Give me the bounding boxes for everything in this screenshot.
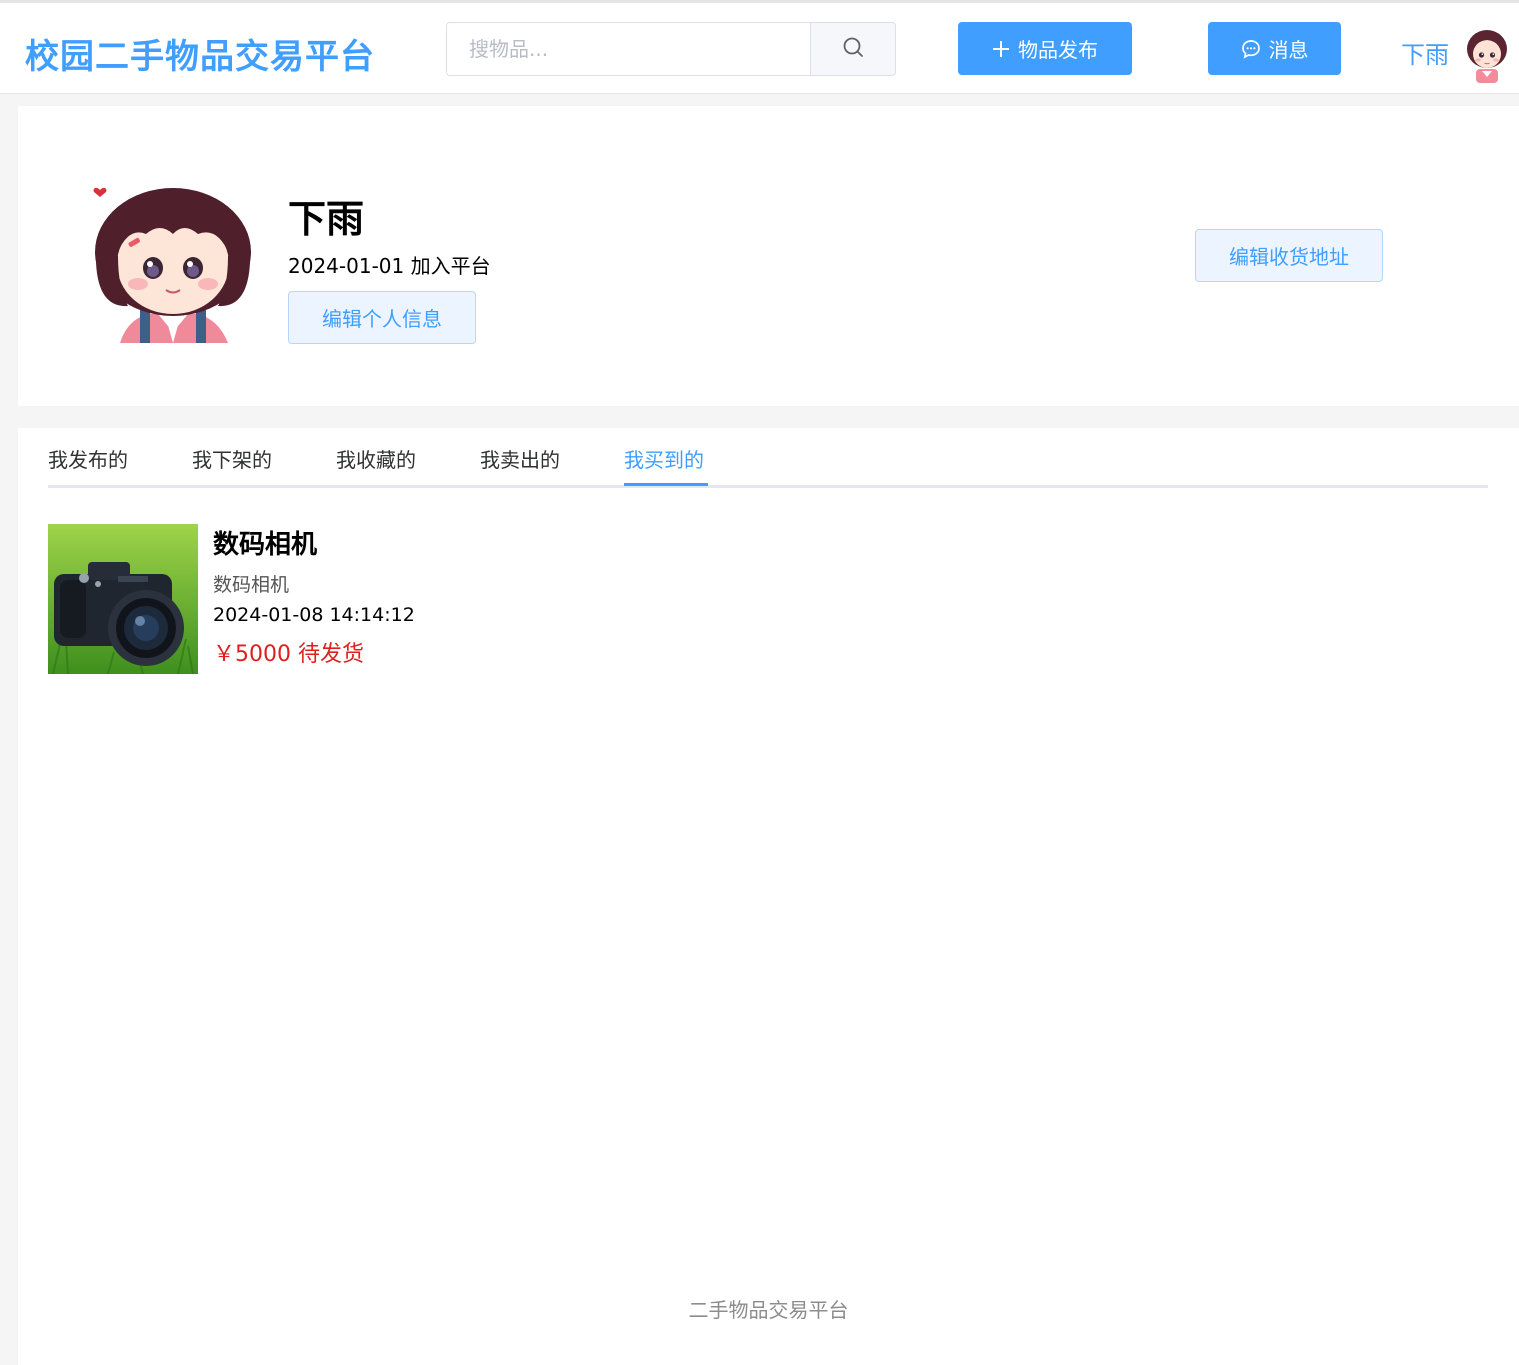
tab-sold[interactable]: 我卖出的 — [480, 444, 560, 473]
tab-bought[interactable]: 我买到的 — [624, 444, 704, 473]
site-logo[interactable]: 校园二手物品交易平台 — [25, 29, 375, 78]
search-button[interactable] — [810, 23, 895, 75]
item-title[interactable]: 数码相机 — [213, 524, 317, 561]
tab-favorites[interactable]: 我收藏的 — [336, 444, 416, 473]
search-icon — [842, 36, 864, 62]
header-username[interactable]: 下雨 — [1401, 35, 1449, 70]
publish-item-button[interactable]: 物品发布 — [958, 22, 1132, 75]
profile-join-date: 2024-01-01 加入平台 — [288, 254, 491, 278]
search-input[interactable] — [447, 23, 810, 75]
search-bar — [446, 22, 896, 76]
tab-bar: 我发布的 我下架的 我收藏的 我卖出的 我买到的 — [48, 428, 1488, 488]
publish-item-label: 物品发布 — [1018, 38, 1098, 62]
top-header: 校园二手物品交易平台 物品发布 — [0, 0, 1519, 94]
main-panel: 我发布的 我下架的 我收藏的 我卖出的 我买到的 数码相机 数码相机 2024-… — [18, 428, 1519, 1365]
header-avatar[interactable] — [1458, 25, 1516, 83]
item-image[interactable] — [48, 524, 198, 674]
edit-profile-button[interactable]: 编辑个人信息 — [288, 291, 476, 344]
messages-button[interactable]: 消息 — [1208, 22, 1341, 75]
messages-label: 消息 — [1268, 38, 1309, 62]
profile-avatar — [88, 178, 258, 343]
item-price-status: ￥5000 待发货 — [213, 642, 364, 667]
tab-active-indicator — [624, 483, 708, 486]
footer-text: 二手物品交易平台 — [688, 1298, 849, 1322]
tab-unlisted[interactable]: 我下架的 — [192, 444, 272, 473]
plus-icon — [992, 40, 1010, 58]
item-description: 数码相机 — [213, 574, 290, 596]
profile-name: 下雨 — [288, 197, 365, 241]
tab-published[interactable]: 我发布的 — [48, 444, 128, 473]
edit-address-button[interactable]: 编辑收货地址 — [1195, 229, 1383, 282]
profile-card: 下雨 2024-01-01 加入平台 编辑个人信息 编辑收货地址 — [18, 106, 1519, 406]
item-time: 2024-01-08 14:14:12 — [213, 604, 415, 626]
chat-icon — [1241, 39, 1261, 59]
